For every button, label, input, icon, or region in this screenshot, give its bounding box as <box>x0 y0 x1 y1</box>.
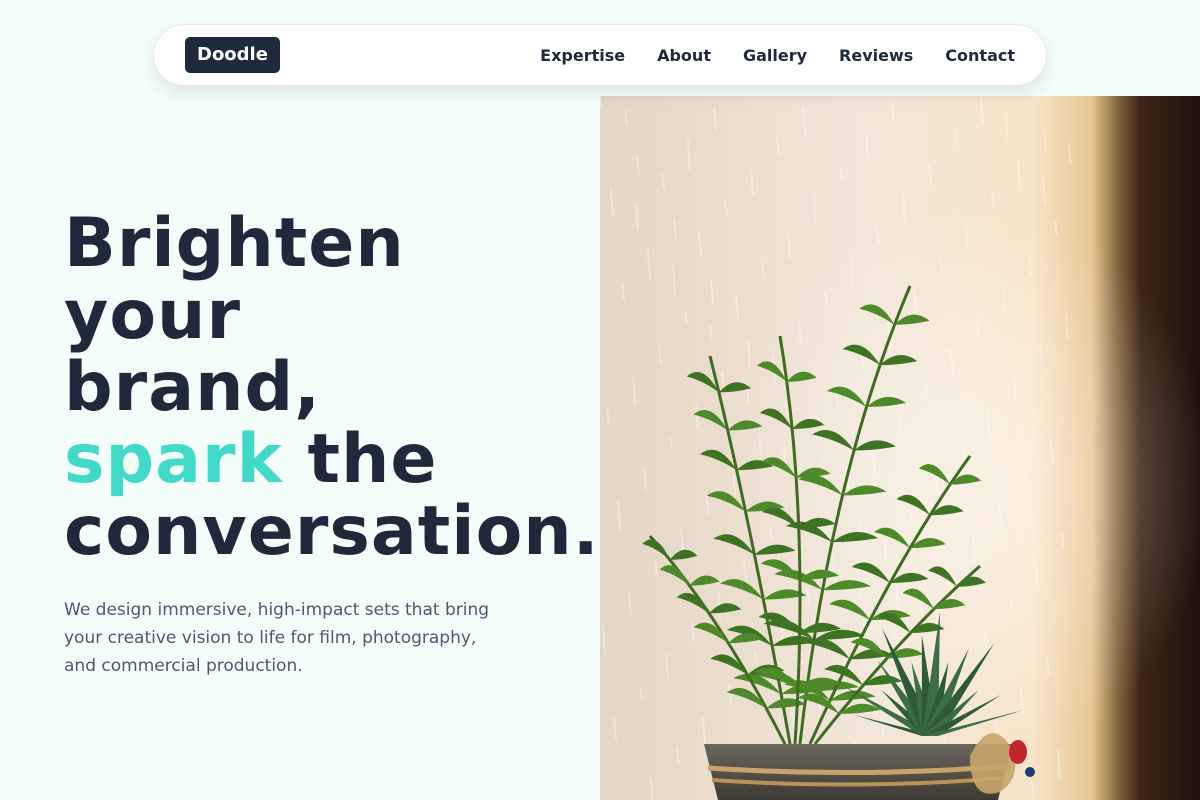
logo[interactable]: Doodle <box>185 37 280 73</box>
nav-link-reviews[interactable]: Reviews <box>839 46 913 65</box>
hero-title-line-1: Brighten <box>64 204 405 283</box>
nav-link-expertise[interactable]: Expertise <box>540 46 625 65</box>
hero-title-line-4: spark the <box>64 424 600 496</box>
hero-title-accent: spark <box>64 420 283 499</box>
hero-title: Brighten your brand, spark the conversat… <box>64 208 600 568</box>
hero-subtitle: We design immersive, high-impact sets th… <box>64 600 490 676</box>
hero-title-line-5: conversation. <box>64 492 600 571</box>
hero-title-line-3: brand, <box>64 348 322 427</box>
nav-link-gallery[interactable]: Gallery <box>743 46 807 65</box>
nav-link-contact[interactable]: Contact <box>945 46 1015 65</box>
hero-plant-illustration <box>600 96 1200 800</box>
hero-title-line-2: your <box>64 276 241 355</box>
nav-links: Expertise About Gallery Reviews Contact <box>540 25 1015 85</box>
navbar: Doodle Expertise About Gallery Reviews C… <box>153 24 1047 86</box>
hero-title-line-4-rest: the <box>282 420 438 499</box>
nav-link-about[interactable]: About <box>657 46 711 65</box>
hero-image <box>600 96 1200 800</box>
